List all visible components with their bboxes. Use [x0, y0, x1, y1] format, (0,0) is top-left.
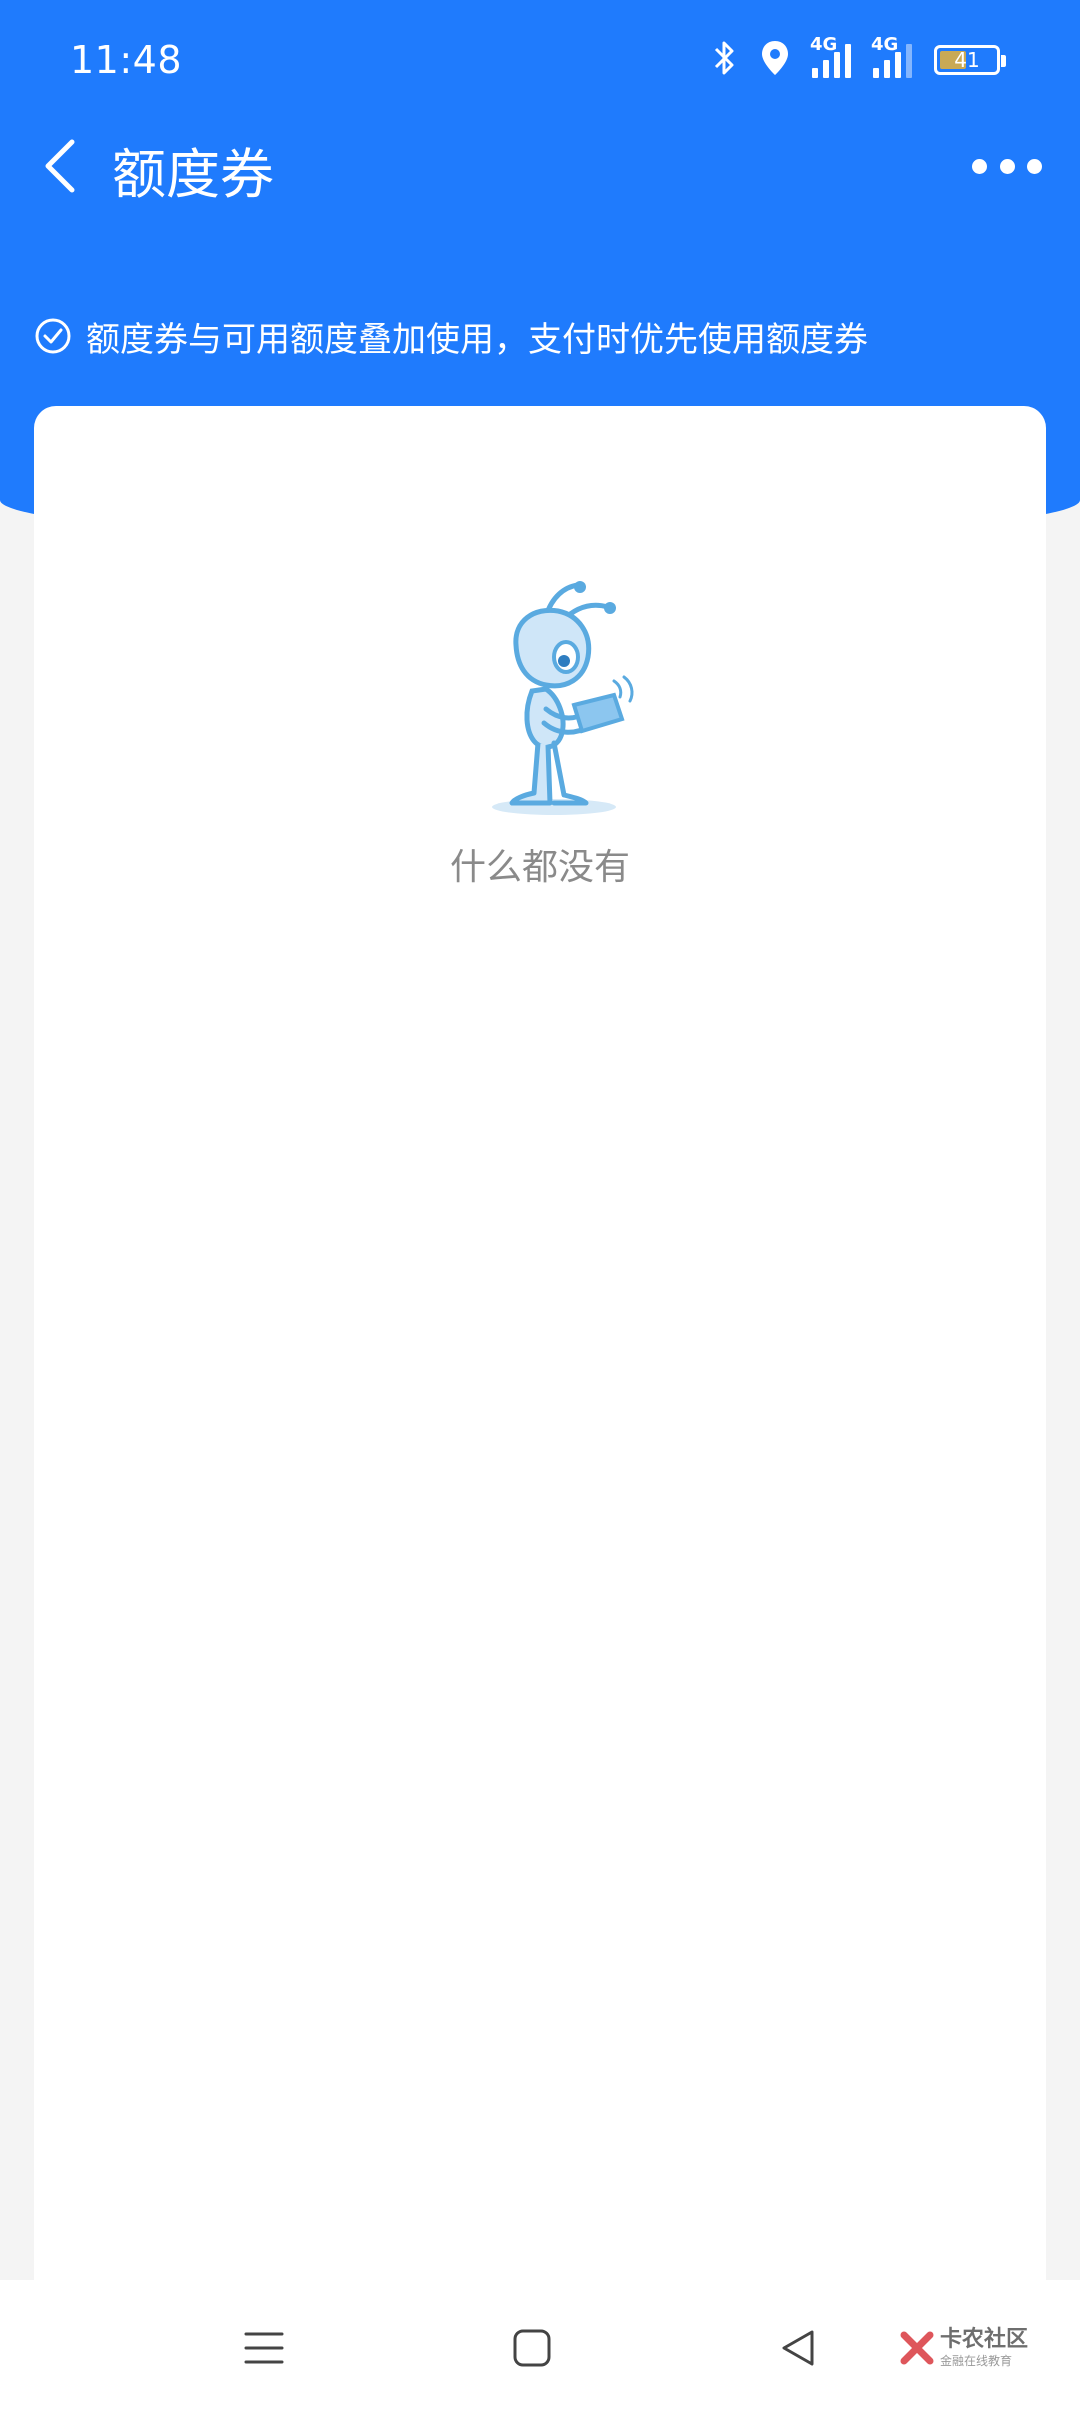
- watermark-sub-text: 金融在线教育: [940, 2354, 1013, 2368]
- status-time: 11:48: [70, 38, 183, 82]
- battery-level: 41: [954, 48, 980, 72]
- more-options-button[interactable]: [972, 134, 1042, 198]
- status-icons: 4G 4G 41: [712, 34, 1006, 84]
- back-triangle-icon: [782, 2330, 814, 2366]
- page-title: 额度券: [112, 143, 274, 206]
- home-square-icon: [513, 2329, 551, 2367]
- more-dot-icon: [1027, 158, 1042, 174]
- more-dot-icon: [999, 158, 1015, 174]
- home-button[interactable]: [502, 2320, 562, 2376]
- chevron-left-icon: [45, 139, 75, 193]
- check-circle-icon: [35, 318, 71, 354]
- more-dot-icon: [972, 158, 987, 174]
- network-type-1: 4G: [810, 34, 838, 55]
- signal-icon-2: 4G: [871, 34, 912, 78]
- back-button[interactable]: [30, 134, 90, 198]
- menu-button[interactable]: [234, 2320, 294, 2376]
- signal-icon-1: 4G: [810, 34, 851, 78]
- back-nav-button[interactable]: [768, 2320, 828, 2376]
- watermark: 卡农社区 金融在线教育: [900, 2308, 1050, 2388]
- empty-state-text: 什么都没有: [449, 847, 630, 888]
- system-navigation-bar: 卡农社区 金融在线教育: [0, 2280, 1080, 2412]
- info-notice: 额度券与可用额度叠加使用，支付时优先使用额度券: [34, 312, 868, 360]
- coupon-list-card: 什么都没有: [34, 406, 1046, 2412]
- menu-icon: [244, 2332, 284, 2364]
- location-icon: [760, 39, 790, 81]
- bluetooth-icon: [712, 39, 738, 81]
- watermark-main-text: 卡农社区: [940, 2327, 1029, 2352]
- battery-icon: 41: [934, 45, 1006, 75]
- watermark-logo-icon: [900, 2331, 934, 2365]
- info-text: 额度券与可用额度叠加使用，支付时优先使用额度券: [86, 319, 868, 360]
- navigation-bar: 额度券: [0, 124, 1080, 208]
- page: 11:48 4G 4G 41 额度券 额度券与可用额度叠加使用，支付时优先使用额…: [0, 0, 1080, 2412]
- status-bar: 11:48 4G 4G 41: [0, 0, 1080, 124]
- network-type-2: 4G: [871, 34, 899, 55]
- ant-mascot-illustration: [492, 581, 634, 815]
